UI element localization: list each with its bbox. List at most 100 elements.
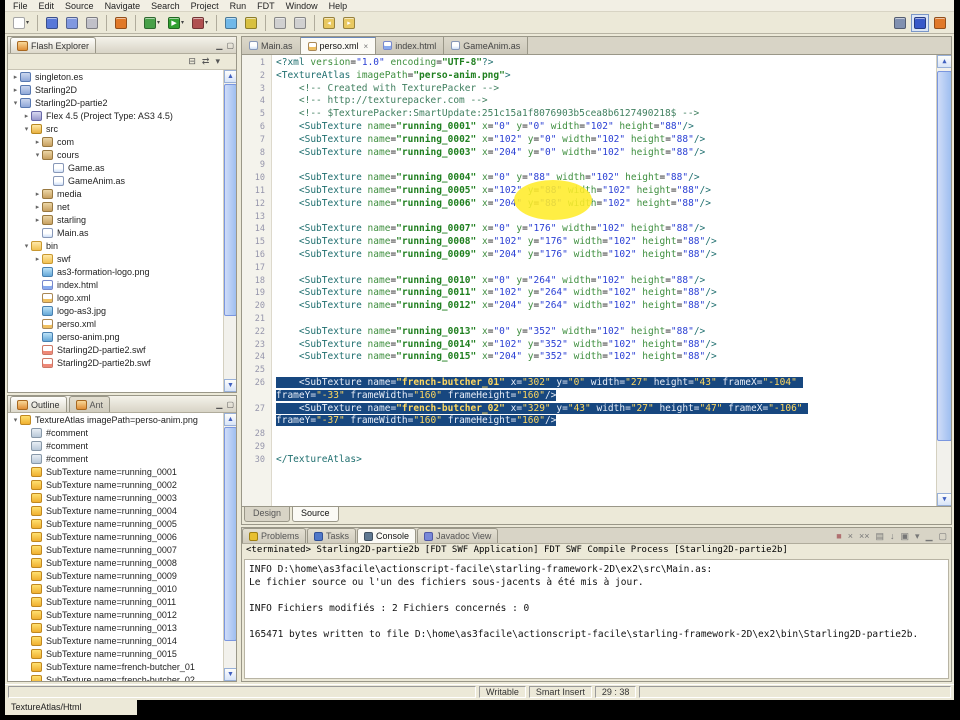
code-line[interactable]: 5 <!-- $TexturePacker:SmartUpdate:251c15…	[242, 108, 936, 121]
scroll-up-icon[interactable]: ▲	[224, 413, 237, 426]
expander-icon[interactable]: ▾	[11, 99, 20, 107]
forward-icon[interactable]: ▸	[340, 14, 358, 32]
tree-item[interactable]: perso-anim.png	[8, 330, 223, 343]
tree-item[interactable]: ▸com	[8, 135, 223, 148]
code-line[interactable]: 15 <SubTexture name="running_0008" x="10…	[242, 236, 936, 249]
collapse-all-icon[interactable]: ⊟	[188, 56, 196, 67]
code-line[interactable]: 13	[242, 211, 936, 224]
tree-item[interactable]: ▾Starling2D-partie2	[8, 96, 223, 109]
tab-outline[interactable]: Outline	[10, 396, 67, 412]
expander-icon[interactable]: ▸	[22, 112, 31, 120]
code-line[interactable]: 28	[242, 428, 936, 441]
next-annotation-icon[interactable]	[291, 14, 309, 32]
code-line[interactable]: 1<?xml version="1.0" encoding="UTF-8"?>	[242, 57, 936, 70]
tree-item[interactable]: SubTexture name=running_0004	[8, 504, 223, 517]
minimize-icon[interactable]: ▁	[216, 39, 222, 53]
expander-icon[interactable]: ▾	[22, 125, 31, 133]
menu-fdt[interactable]: FDT	[257, 1, 275, 11]
tree-item[interactable]: SubTexture name=running_0009	[8, 569, 223, 582]
tree-item[interactable]: Main.as	[8, 226, 223, 239]
link-with-editor-icon[interactable]: ⇄	[202, 56, 210, 67]
scroll-thumb[interactable]	[224, 427, 237, 641]
tree-item[interactable]: index.html	[8, 278, 223, 291]
tree-item[interactable]: logo.xml	[8, 291, 223, 304]
pin-console-icon[interactable]: ▣	[901, 529, 910, 543]
save-all-icon[interactable]	[63, 14, 81, 32]
tree-item[interactable]: Game.as	[8, 161, 223, 174]
scroll-down-icon[interactable]: ▼	[224, 379, 237, 392]
tree-item[interactable]: as3-formation-logo.png	[8, 265, 223, 278]
scroll-up-icon[interactable]: ▲	[937, 55, 952, 68]
code-line[interactable]: 16 <SubTexture name="running_0009" x="20…	[242, 249, 936, 262]
scroll-lock-icon[interactable]: ↓	[890, 529, 895, 543]
tree-item[interactable]: logo-as3.jpg	[8, 304, 223, 317]
tree-item[interactable]: ▸media	[8, 187, 223, 200]
explorer-scrollbar[interactable]: ▲ ▼	[223, 70, 236, 392]
scroll-thumb[interactable]	[224, 84, 237, 316]
tree-item[interactable]: Starling2D-partie2b.swf	[8, 356, 223, 369]
code-line[interactable]: 21	[242, 313, 936, 326]
expander-icon[interactable]: ▸	[33, 138, 42, 146]
code-line[interactable]: 30</TextureAtlas>	[242, 454, 936, 467]
scroll-up-icon[interactable]: ▲	[224, 70, 237, 83]
new-as-class-icon[interactable]	[222, 14, 240, 32]
tree-item[interactable]: ▾TextureAtlas imagePath=perso-anim.png	[8, 413, 223, 426]
new-wizard-icon[interactable]: ▾	[10, 14, 32, 32]
menu-search[interactable]: Search	[151, 1, 180, 11]
profile-icon[interactable]: ▾	[189, 14, 211, 32]
tree-item[interactable]: SubTexture name=running_0005	[8, 517, 223, 530]
remove-launch-icon[interactable]: ×	[848, 529, 853, 543]
expander-icon[interactable]: ▸	[11, 86, 20, 94]
tree-item[interactable]: GameAnim.as	[8, 174, 223, 187]
tree-item[interactable]: Starling2D-partie2.swf	[8, 343, 223, 356]
tree-item[interactable]: ▸Flex 4.5 (Project Type: AS3 4.5)	[8, 109, 223, 122]
tree-item[interactable]: ▸singleton.es	[8, 70, 223, 83]
print-icon[interactable]	[83, 14, 101, 32]
tree-item[interactable]: #comment	[8, 452, 223, 465]
editor-body[interactable]: 1<?xml version="1.0" encoding="UTF-8"?> 2…	[241, 54, 952, 507]
tree-item[interactable]: #comment	[8, 439, 223, 452]
editor-scrollbar[interactable]: ▲ ▼	[936, 55, 951, 506]
tree-item[interactable]: SubTexture name=running_0012	[8, 608, 223, 621]
scroll-down-icon[interactable]: ▼	[937, 493, 952, 506]
scroll-down-icon[interactable]: ▼	[224, 668, 237, 681]
tree-item[interactable]: SubTexture name=running_0015	[8, 647, 223, 660]
view-menu-icon[interactable]: ▾	[215, 56, 220, 67]
tree-item[interactable]: SubTexture name=running_0003	[8, 491, 223, 504]
tab-console[interactable]: Console	[357, 528, 416, 543]
tree-item[interactable]: SubTexture name=running_0001	[8, 465, 223, 478]
code-line[interactable]: 25	[242, 364, 936, 377]
code-line[interactable]: 8 <SubTexture name="running_0003" x="204…	[242, 147, 936, 160]
tree-item[interactable]: ▸Starling2D	[8, 83, 223, 96]
tab-ant[interactable]: Ant	[69, 396, 111, 412]
search-icon[interactable]	[242, 14, 260, 32]
tree-item[interactable]: SubTexture name=running_0014	[8, 634, 223, 647]
tab-problems[interactable]: Problems	[242, 528, 306, 543]
expander-icon[interactable]: ▸	[11, 73, 20, 81]
tree-item[interactable]: ▸starling	[8, 213, 223, 226]
code-line[interactable]: 26 <SubTexture name="french-butcher_01" …	[242, 377, 936, 403]
code-line[interactable]: 14 <SubTexture name="running_0007" x="0"…	[242, 223, 936, 236]
menu-edit[interactable]: Edit	[39, 1, 55, 11]
tree-item[interactable]: ▸net	[8, 200, 223, 213]
editor-tab-index.html[interactable]: index.html	[376, 37, 444, 54]
expander-icon[interactable]: ▾	[33, 151, 42, 159]
menu-source[interactable]: Source	[65, 1, 94, 11]
flash-perspective-icon[interactable]	[931, 14, 949, 32]
save-icon[interactable]	[43, 14, 61, 32]
code-line[interactable]: 27 <SubTexture name="french-butcher_02" …	[242, 403, 936, 429]
code-line[interactable]: 18 <SubTexture name="running_0010" x="0"…	[242, 275, 936, 288]
tree-item[interactable]: SubTexture name=french-butcher_01	[8, 660, 223, 673]
editor-tab-gameanim.as[interactable]: GameAnim.as	[444, 37, 528, 54]
outline-scrollbar[interactable]: ▲ ▼	[223, 413, 236, 681]
menu-run[interactable]: Run	[230, 1, 247, 11]
minimize-icon[interactable]: ▁	[216, 398, 222, 412]
code-line[interactable]: 3 <!-- Created with TexturePacker -->	[242, 83, 936, 96]
remove-all-launches-icon[interactable]: ××	[859, 529, 870, 543]
code-line[interactable]: 6 <SubTexture name="running_0001" x="0" …	[242, 121, 936, 134]
console-dropdown-icon[interactable]: ▾	[915, 529, 920, 543]
scroll-thumb[interactable]	[937, 71, 952, 441]
menu-project[interactable]: Project	[191, 1, 219, 11]
expander-icon[interactable]: ▸	[33, 203, 42, 211]
maximize-icon[interactable]: ▢	[226, 39, 234, 53]
